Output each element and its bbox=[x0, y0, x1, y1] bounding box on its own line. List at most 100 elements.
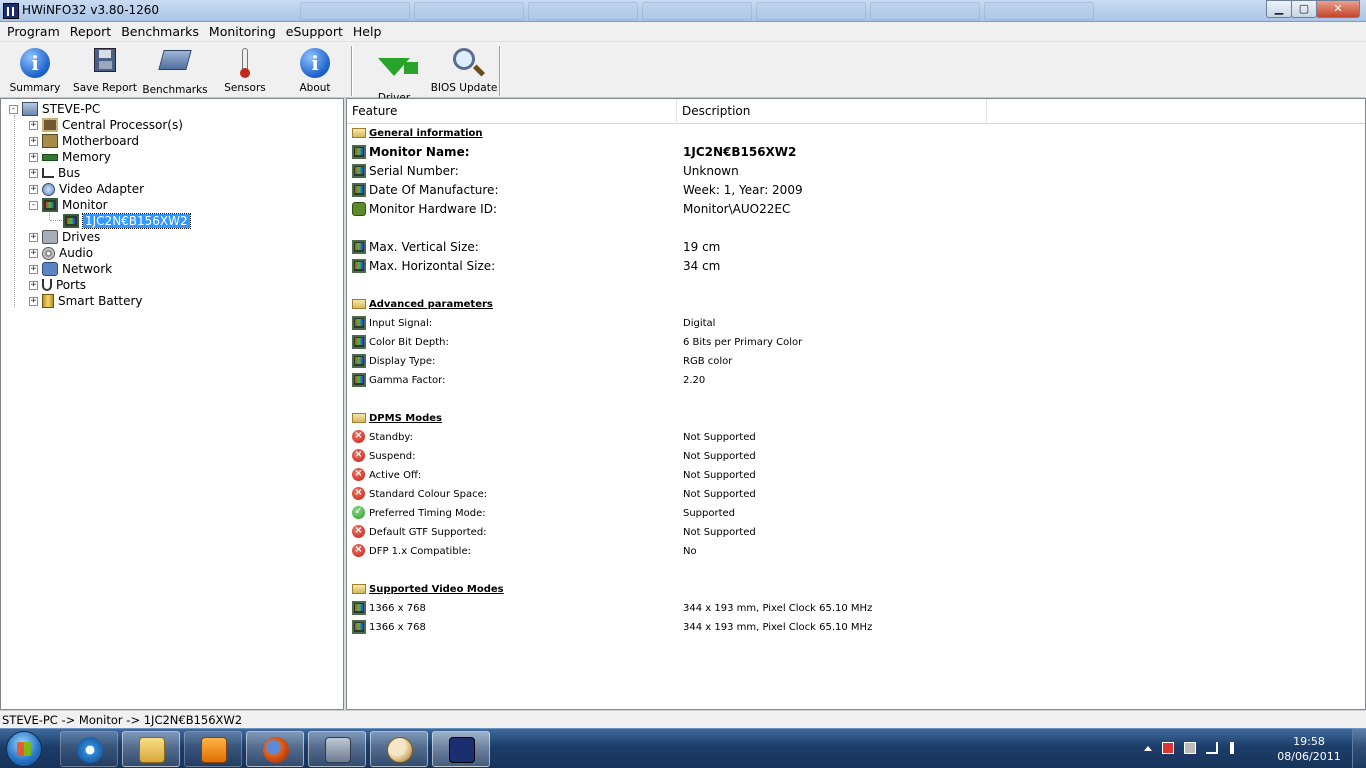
not-supported-icon: × bbox=[352, 487, 365, 500]
taskbar-monitor-app[interactable] bbox=[308, 731, 366, 767]
detail-row[interactable]: Display Type: RGB color bbox=[347, 352, 1365, 371]
selected-tree-label: 1JC2N€B156XW2 bbox=[82, 213, 191, 229]
close-button[interactable]: ✕ bbox=[1316, 0, 1360, 18]
feature-column-header[interactable]: Feature bbox=[347, 99, 677, 124]
menu-monitoring[interactable]: Monitoring bbox=[204, 22, 281, 42]
detail-row[interactable]: × Standby: Not Supported bbox=[347, 428, 1365, 447]
detail-row[interactable]: Date Of Manufacture: Week: 1, Year: 2009 bbox=[347, 181, 1365, 200]
expand-toggle[interactable]: + bbox=[29, 152, 38, 162]
detail-row[interactable]: Input Signal: Digital bbox=[347, 314, 1365, 333]
action-center-flag-icon[interactable] bbox=[1162, 742, 1174, 754]
volume-icon[interactable] bbox=[1230, 742, 1238, 754]
monitor-icon bbox=[42, 198, 58, 212]
background-window-tabs bbox=[300, 2, 1094, 20]
detail-row[interactable]: × Standard Colour Space: Not Supported bbox=[347, 485, 1365, 504]
tree-item-network[interactable]: + Network bbox=[29, 261, 112, 277]
system-clock[interactable]: 19:58 08/06/2011 bbox=[1274, 734, 1344, 764]
maximize-button[interactable]: ▢ bbox=[1291, 0, 1317, 18]
menu-report[interactable]: Report bbox=[65, 22, 116, 42]
show-hidden-icons-icon[interactable] bbox=[1144, 746, 1152, 751]
detail-row[interactable]: Monitor Hardware ID: Monitor\AUO22EC bbox=[347, 200, 1365, 219]
save-report-button[interactable]: Save Report bbox=[70, 44, 140, 96]
tree-item-smart-battery[interactable]: + Smart Battery bbox=[29, 293, 143, 309]
expand-toggle[interactable]: + bbox=[29, 264, 38, 274]
menu-esupport[interactable]: eSupport bbox=[281, 22, 348, 42]
tree-item-memory[interactable]: + Memory bbox=[29, 149, 111, 165]
tree-item-central-processors[interactable]: + Central Processor(s) bbox=[29, 117, 183, 133]
taskbar-media-player[interactable] bbox=[184, 731, 242, 767]
feature-label: Gamma Factor: bbox=[369, 375, 446, 386]
details-list[interactable]: Feature Description General information … bbox=[346, 98, 1366, 710]
network-signal-icon[interactable] bbox=[1206, 742, 1218, 754]
tree-item-audio[interactable]: + Audio bbox=[29, 245, 93, 261]
tree-item-label: Central Processor(s) bbox=[62, 118, 183, 132]
tree-root-label: STEVE-PC bbox=[42, 102, 101, 116]
driver-update-button[interactable]: Driver Update bbox=[359, 44, 429, 116]
menu-help[interactable]: Help bbox=[348, 22, 387, 42]
detail-row[interactable]: Color Bit Depth: 6 Bits per Primary Colo… bbox=[347, 333, 1365, 352]
detail-row[interactable]: × DFP 1.x Compatible: No bbox=[347, 542, 1365, 561]
expand-toggle[interactable]: + bbox=[29, 248, 38, 258]
detail-row[interactable]: Max. Horizontal Size: 34 cm bbox=[347, 257, 1365, 276]
menu-program[interactable]: Program bbox=[2, 22, 65, 42]
detail-row[interactable]: × Active Off: Not Supported bbox=[347, 466, 1365, 485]
start-button[interactable] bbox=[6, 731, 42, 767]
monitor-icon bbox=[63, 214, 79, 228]
feature-value: Not Supported bbox=[683, 470, 756, 481]
menu-benchmarks[interactable]: Benchmarks bbox=[116, 22, 204, 42]
detail-row[interactable]: Serial Number: Unknown bbox=[347, 162, 1365, 181]
expand-toggle[interactable]: + bbox=[29, 232, 38, 242]
tree-item-drives[interactable]: + Drives bbox=[29, 229, 100, 245]
tree-root[interactable]: - STEVE-PC bbox=[9, 101, 100, 117]
feature-value: Unknown bbox=[683, 164, 739, 178]
expand-toggle[interactable]: + bbox=[29, 296, 38, 306]
tree-item-motherboard[interactable]: + Motherboard bbox=[29, 133, 139, 149]
detail-row[interactable]: × Suspend: Not Supported bbox=[347, 447, 1365, 466]
description-column-header[interactable]: Description bbox=[677, 99, 987, 124]
feature-value: Not Supported bbox=[683, 451, 756, 462]
taskbar-paint[interactable] bbox=[370, 731, 428, 767]
detail-row[interactable]: Monitor Name: 1JC2N€B156XW2 bbox=[347, 143, 1365, 162]
collapse-toggle[interactable]: - bbox=[29, 200, 38, 210]
device-tree[interactable]: - STEVE-PC + Central Processor(s) + Moth… bbox=[0, 98, 344, 710]
taskbar-hwinfo[interactable] bbox=[432, 731, 490, 767]
detail-row[interactable]: Gamma Factor: 2.20 bbox=[347, 371, 1365, 390]
show-desktop-button[interactable] bbox=[1352, 729, 1366, 768]
device-icon[interactable] bbox=[1184, 742, 1196, 754]
tree-item-label: Audio bbox=[59, 246, 94, 260]
bus-icon bbox=[42, 168, 54, 178]
taskbar-internet-explorer[interactable] bbox=[60, 731, 118, 767]
tree-item-ports[interactable]: + Ports bbox=[29, 277, 86, 293]
expand-toggle[interactable]: + bbox=[29, 120, 38, 130]
expand-toggle[interactable]: + bbox=[29, 280, 38, 290]
taskbar-windows-explorer[interactable] bbox=[122, 731, 180, 767]
about-button[interactable]: i About bbox=[280, 44, 350, 96]
detail-row[interactable]: 1366 x 768 344 x 193 mm, Pixel Clock 65.… bbox=[347, 599, 1365, 618]
tree-item-bus[interactable]: + Bus bbox=[29, 165, 80, 181]
not-supported-icon: × bbox=[352, 430, 365, 443]
sensors-button[interactable]: Sensors bbox=[210, 44, 280, 96]
detail-row[interactable]: 1366 x 768 344 x 193 mm, Pixel Clock 65.… bbox=[347, 618, 1365, 637]
hwinfo-app-icon[interactable] bbox=[3, 3, 19, 19]
minimize-button[interactable]: ▁ bbox=[1266, 0, 1292, 18]
motherboard-icon bbox=[42, 134, 58, 148]
collapse-toggle[interactable]: - bbox=[9, 104, 18, 114]
expand-toggle[interactable]: + bbox=[29, 136, 38, 146]
detail-row[interactable]: Max. Vertical Size: 19 cm bbox=[347, 238, 1365, 257]
expand-toggle[interactable]: + bbox=[29, 168, 38, 178]
detail-row[interactable]: × Default GTF Supported: Not Supported bbox=[347, 523, 1365, 542]
feature-label: Serial Number: bbox=[369, 164, 459, 178]
supported-check-icon: ✓ bbox=[352, 506, 365, 519]
bios-update-button[interactable]: BIOS Update bbox=[429, 44, 499, 96]
expand-toggle[interactable]: + bbox=[29, 184, 38, 194]
detail-row[interactable]: ✓ Preferred Timing Mode: Supported bbox=[347, 504, 1365, 523]
tree-item-monitor-child[interactable]: 1JC2N€B156XW2 bbox=[63, 213, 191, 229]
sensors-button-label: Sensors bbox=[224, 82, 266, 94]
tree-item-monitor[interactable]: - Monitor bbox=[29, 197, 108, 213]
feature-label: Preferred Timing Mode: bbox=[369, 508, 486, 519]
tree-item-video-adapter[interactable]: + Video Adapter bbox=[29, 181, 144, 197]
benchmarks-button[interactable]: Benchmarks bbox=[140, 44, 210, 96]
summary-button[interactable]: i Summary bbox=[0, 44, 70, 96]
window-controls: ▁ ▢ ✕ bbox=[1266, 0, 1360, 18]
taskbar-firefox[interactable] bbox=[246, 731, 304, 767]
